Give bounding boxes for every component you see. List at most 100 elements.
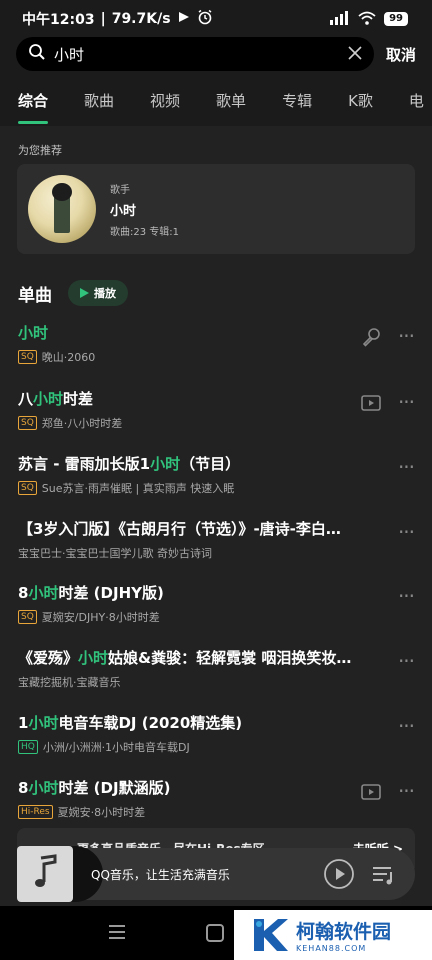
song-artist-album: 郑鱼·八小时时差 xyxy=(41,417,123,430)
notification-icon xyxy=(177,10,191,28)
song-artist-album: 夏婉安·8小时时差 xyxy=(57,806,146,819)
quality-badge: SQ xyxy=(18,350,37,364)
song-title: 8小时时差 (DJ默涵版) xyxy=(18,777,380,798)
song-artist-album: 宝藏挖掘机·宝藏音乐 xyxy=(18,676,121,689)
tab-playlists[interactable]: 歌单 xyxy=(216,82,246,126)
song-title-prefix: 《爱殇》 xyxy=(18,649,79,667)
player-cover[interactable] xyxy=(17,846,73,902)
mic-icon[interactable] xyxy=(360,326,382,348)
quality-badge: SQ xyxy=(18,416,37,430)
song-title-suffix: 时差 xyxy=(63,390,94,408)
song-title: 1小时电音车载DJ (2020精选集) xyxy=(18,712,380,733)
quality-badge: HQ xyxy=(18,740,38,754)
song-title-highlight: 小时 xyxy=(28,584,59,602)
watermark-url: KEHAN88.COM xyxy=(296,944,367,953)
song-artist-album: 小洲/小洲洲·1小时电音车载DJ xyxy=(42,741,190,754)
search-row: 小时 取消 xyxy=(16,37,416,71)
song-title-highlight: 小时 xyxy=(78,649,109,667)
battery-icon: 99 xyxy=(384,12,408,26)
song-artist-album: 晚山·2060 xyxy=(41,351,96,364)
recommend-artist-card[interactable]: 歌手 小时 歌曲:23 专辑:1 xyxy=(17,164,415,254)
more-icon[interactable]: ··· xyxy=(394,390,418,414)
song-row[interactable]: 八小时时差 SQ 郑鱼·八小时时差 ··· xyxy=(18,388,418,438)
song-title-highlight: 小时 xyxy=(28,779,59,797)
song-row[interactable]: 8小时时差 (DJ默涵版) Hi-Res 夏婉安·8小时时差 ··· xyxy=(18,777,418,827)
song-title-highlight: 小时 xyxy=(18,324,49,342)
song-title: 8小时时差 (DJHY版) xyxy=(18,582,380,603)
more-icon[interactable]: ··· xyxy=(394,779,418,803)
singles-title: 单曲 xyxy=(18,285,52,306)
song-title: 《爱殇》小时姑娘&粪骏：轻解霓裳 咽泪换笑妆… xyxy=(18,647,380,668)
song-title: 【3岁入门版】《古朗月行（节选）》-唐诗-李白… xyxy=(18,518,380,539)
tab-radio[interactable]: 电 xyxy=(409,82,424,126)
alarm-icon xyxy=(197,9,213,29)
tab-karaoke[interactable]: K歌 xyxy=(348,82,373,126)
more-icon[interactable]: ··· xyxy=(394,584,418,608)
menu-icon[interactable] xyxy=(108,924,126,940)
song-title: 苏言 - 雷雨加长版1小时（节目） xyxy=(18,453,380,474)
signal-icon xyxy=(330,10,350,28)
home-icon[interactable] xyxy=(206,924,224,942)
tab-albums[interactable]: 专辑 xyxy=(282,82,312,126)
status-bar: 中午12:03 | 79.7K/s 99 xyxy=(0,0,432,38)
song-artist-album: Sue苏言·雨声催眠 | 真实雨声 快速入眠 xyxy=(41,482,235,495)
more-icon[interactable]: ··· xyxy=(394,714,418,738)
song-title-suffix: 时差 (DJHY版) xyxy=(58,584,164,602)
song-subtitle: Hi-Res 夏婉安·8小时时差 xyxy=(18,804,418,820)
tab-all[interactable]: 综合 xyxy=(18,82,49,126)
song-subtitle: 宝宝巴士·宝宝巴士国学儿歌 奇妙古诗词 xyxy=(18,545,418,561)
play-all-button[interactable]: 播放 xyxy=(68,280,128,306)
song-row[interactable]: 1小时电音车载DJ (2020精选集) HQ 小洲/小洲洲·1小时电音车载DJ ··· xyxy=(18,712,418,762)
song-title-suffix: （节目） xyxy=(180,455,241,473)
artist-avatar xyxy=(28,175,96,243)
video-icon[interactable] xyxy=(360,781,382,803)
singles-header: 单曲 播放 xyxy=(18,280,128,306)
wifi-icon xyxy=(358,11,376,28)
song-title: 小时 xyxy=(18,322,380,343)
song-subtitle: SQ Sue苏言·雨声催眠 | 真实雨声 快速入眠 xyxy=(18,480,418,496)
watermark-logo-icon xyxy=(250,915,290,955)
song-subtitle: HQ 小洲/小洲洲·1小时电音车载DJ xyxy=(18,739,418,755)
song-subtitle: SQ 晚山·2060 xyxy=(18,349,418,365)
more-icon[interactable]: ··· xyxy=(394,520,418,544)
song-subtitle: 宝藏挖掘机·宝藏音乐 xyxy=(18,674,418,690)
play-icon xyxy=(78,284,90,303)
player-title: QQ音乐，让生活充满音乐 xyxy=(91,867,230,882)
song-row[interactable]: 小时 SQ 晚山·2060 ··· xyxy=(18,322,418,372)
song-title-highlight: 小时 xyxy=(33,390,64,408)
status-time: 中午12:03 xyxy=(22,12,95,28)
more-icon[interactable]: ··· xyxy=(394,455,418,479)
mini-player[interactable]: QQ音乐，让生活充满音乐 xyxy=(17,846,415,902)
recommend-type: 歌手 xyxy=(110,184,130,196)
more-icon[interactable]: ··· xyxy=(394,649,418,673)
quality-badge: SQ xyxy=(18,610,37,624)
search-icon xyxy=(28,43,46,65)
song-title-highlight: 小时 xyxy=(150,455,181,473)
play-all-label: 播放 xyxy=(94,287,116,300)
search-input[interactable]: 小时 xyxy=(16,37,374,71)
tab-videos[interactable]: 视频 xyxy=(150,82,180,126)
song-subtitle: SQ 夏婉安/DJHY·8小时时差 xyxy=(18,609,418,625)
quality-badge: Hi-Res xyxy=(18,805,53,819)
video-icon[interactable] xyxy=(360,392,382,414)
song-row[interactable]: 【3岁入门版】《古朗月行（节选）》-唐诗-李白… 宝宝巴士·宝宝巴士国学儿歌 奇妙… xyxy=(18,518,418,568)
song-title-highlight: 小时 xyxy=(28,714,59,732)
song-row[interactable]: 8小时时差 (DJHY版) SQ 夏婉安/DJHY·8小时时差 ··· xyxy=(18,582,418,632)
tab-songs[interactable]: 歌曲 xyxy=(84,82,114,126)
artist-name: 小时 xyxy=(110,203,137,219)
song-title-prefix: 1 xyxy=(18,714,29,732)
player-play-icon[interactable] xyxy=(323,858,355,890)
more-icon[interactable]: ··· xyxy=(394,324,418,348)
song-artist-album: 宝宝巴士·宝宝巴士国学儿歌 奇妙古诗词 xyxy=(18,547,212,560)
watermark-title: 柯翰软件园 xyxy=(296,921,392,943)
search-query[interactable]: 小时 xyxy=(54,44,348,65)
recommend-heading: 为您推荐 xyxy=(18,144,62,157)
cancel-button[interactable]: 取消 xyxy=(386,44,416,65)
artist-stats: 歌曲:23 专辑:1 xyxy=(110,226,180,238)
playlist-icon[interactable] xyxy=(369,860,397,888)
clear-icon[interactable] xyxy=(348,45,362,64)
song-title-suffix: 电音车载DJ (2020精选集) xyxy=(58,714,243,732)
song-row[interactable]: 苏言 - 雷雨加长版1小时（节目） SQ Sue苏言·雨声催眠 | 真实雨声 快速入… xyxy=(18,453,418,503)
watermark: 柯翰软件园 KEHAN88.COM xyxy=(234,910,432,960)
song-row[interactable]: 《爱殇》小时姑娘&粪骏：轻解霓裳 咽泪换笑妆… 宝藏挖掘机·宝藏音乐 ··· xyxy=(18,647,418,697)
